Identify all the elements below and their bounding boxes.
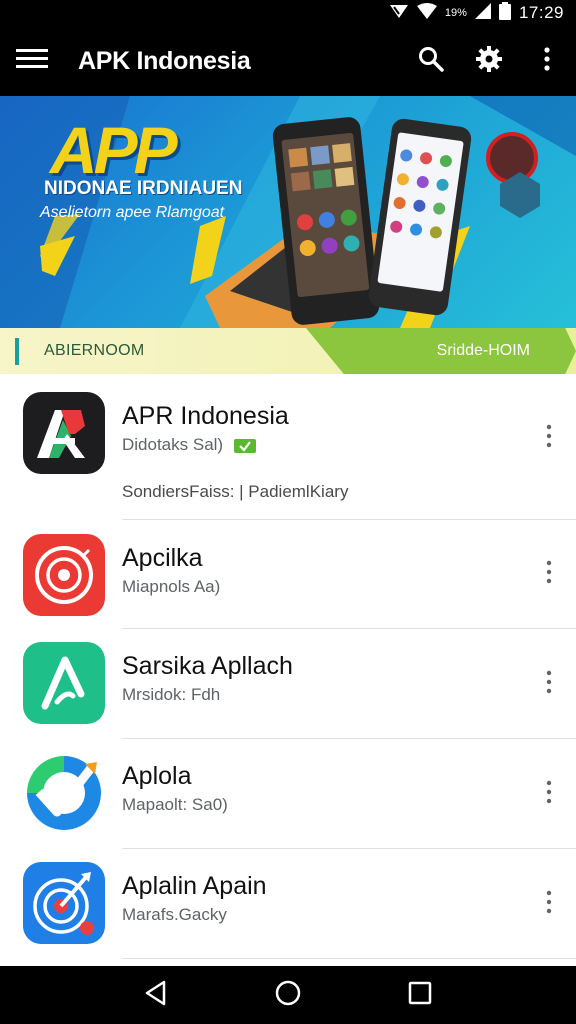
back-icon <box>144 980 168 1011</box>
app-name: Aplola <box>122 762 192 790</box>
checkmark-icon <box>23 752 105 834</box>
target-icon <box>23 534 105 616</box>
more-options-button[interactable] <box>518 26 576 96</box>
divider <box>122 958 576 959</box>
item-more-button[interactable] <box>534 779 564 809</box>
list-item[interactable]: Sarsika Apllach Mrsidok: Fdh <box>0 629 576 739</box>
app-meta-text: Didotaks Sal) <box>122 435 224 454</box>
more-vert-icon <box>546 424 552 453</box>
list-item[interactable]: Apcilka Miapnols Aa) <box>0 520 576 629</box>
app-list: APR Indonesia Didotaks Sal) SondiersFais… <box>0 374 576 959</box>
a-arrow-icon <box>23 642 105 724</box>
clock: 17:29 <box>518 3 564 22</box>
item-more-button[interactable] <box>534 559 564 589</box>
app-meta: Mapaolt: Sa0) <box>122 795 228 814</box>
signal-icon <box>389 3 409 23</box>
app-bar: APK Indonesia <box>0 26 576 96</box>
home-button[interactable] <box>258 966 318 1024</box>
section-title: ABIERNOOM <box>44 342 145 359</box>
section-header: ABIERNOOM Sridde-HOIM <box>0 328 576 374</box>
app-meta: Marafs.Gacky <box>122 905 227 924</box>
home-icon <box>274 979 302 1012</box>
system-nav-bar <box>0 966 576 1024</box>
banner-subtitle: Aselietorn apee Rlamgoat <box>40 204 225 221</box>
verified-icon <box>233 438 256 453</box>
more-vert-icon <box>546 670 552 699</box>
status-bar: 19% 17:29 <box>0 0 576 26</box>
more-vert-icon <box>546 560 552 589</box>
battery-percent: 19% <box>444 7 467 19</box>
more-vert-icon <box>543 46 551 76</box>
settings-button[interactable] <box>460 26 518 96</box>
menu-icon <box>16 48 48 75</box>
app-name: Apcilka <box>122 544 203 572</box>
apr-logo-icon <box>23 392 105 474</box>
banner-logo: APP <box>50 113 178 187</box>
list-item[interactable]: Aplalin Apain Marafs.Gacky <box>0 849 576 959</box>
section-action-label[interactable]: Sridde-HOIM <box>437 342 530 360</box>
banner-headline: NIDONAE IRDNIAUEN <box>44 178 243 199</box>
item-more-button[interactable] <box>534 889 564 919</box>
app-details: SondiersFaiss: | PadiemlKiary <box>122 482 349 501</box>
list-item[interactable]: Aplola Mapaolt: Sa0) <box>0 739 576 849</box>
item-more-button[interactable] <box>534 423 564 453</box>
cell-signal-icon <box>474 3 491 23</box>
more-vert-icon <box>546 890 552 919</box>
app-name: APR Indonesia <box>122 402 289 430</box>
back-button[interactable] <box>126 966 186 1024</box>
recents-icon <box>408 981 432 1010</box>
app-name: Aplalin Apain <box>122 872 267 900</box>
recents-button[interactable] <box>390 966 450 1024</box>
list-item[interactable]: APR Indonesia Didotaks Sal) SondiersFais… <box>0 374 576 520</box>
radar-icon <box>23 862 105 944</box>
app-name: Sarsika Apllach <box>122 652 293 680</box>
battery-icon <box>498 2 511 24</box>
promo-banner[interactable]: APP NIDONAE IRDNIAUEN Aselietorn apee Rl… <box>0 96 576 328</box>
section-marker <box>15 338 19 365</box>
app-meta: Mrsidok: Fdh <box>122 685 221 704</box>
app-meta: Didotaks Sal) <box>122 435 256 455</box>
wifi-icon <box>416 3 437 23</box>
app-meta: Miapnols Aa) <box>122 577 221 596</box>
app-title: APK Indonesia <box>78 46 251 75</box>
search-button[interactable] <box>402 26 460 96</box>
item-more-button[interactable] <box>534 669 564 699</box>
gear-icon <box>475 45 503 78</box>
menu-button[interactable] <box>0 26 64 96</box>
search-icon <box>418 46 444 77</box>
more-vert-icon <box>546 780 552 809</box>
